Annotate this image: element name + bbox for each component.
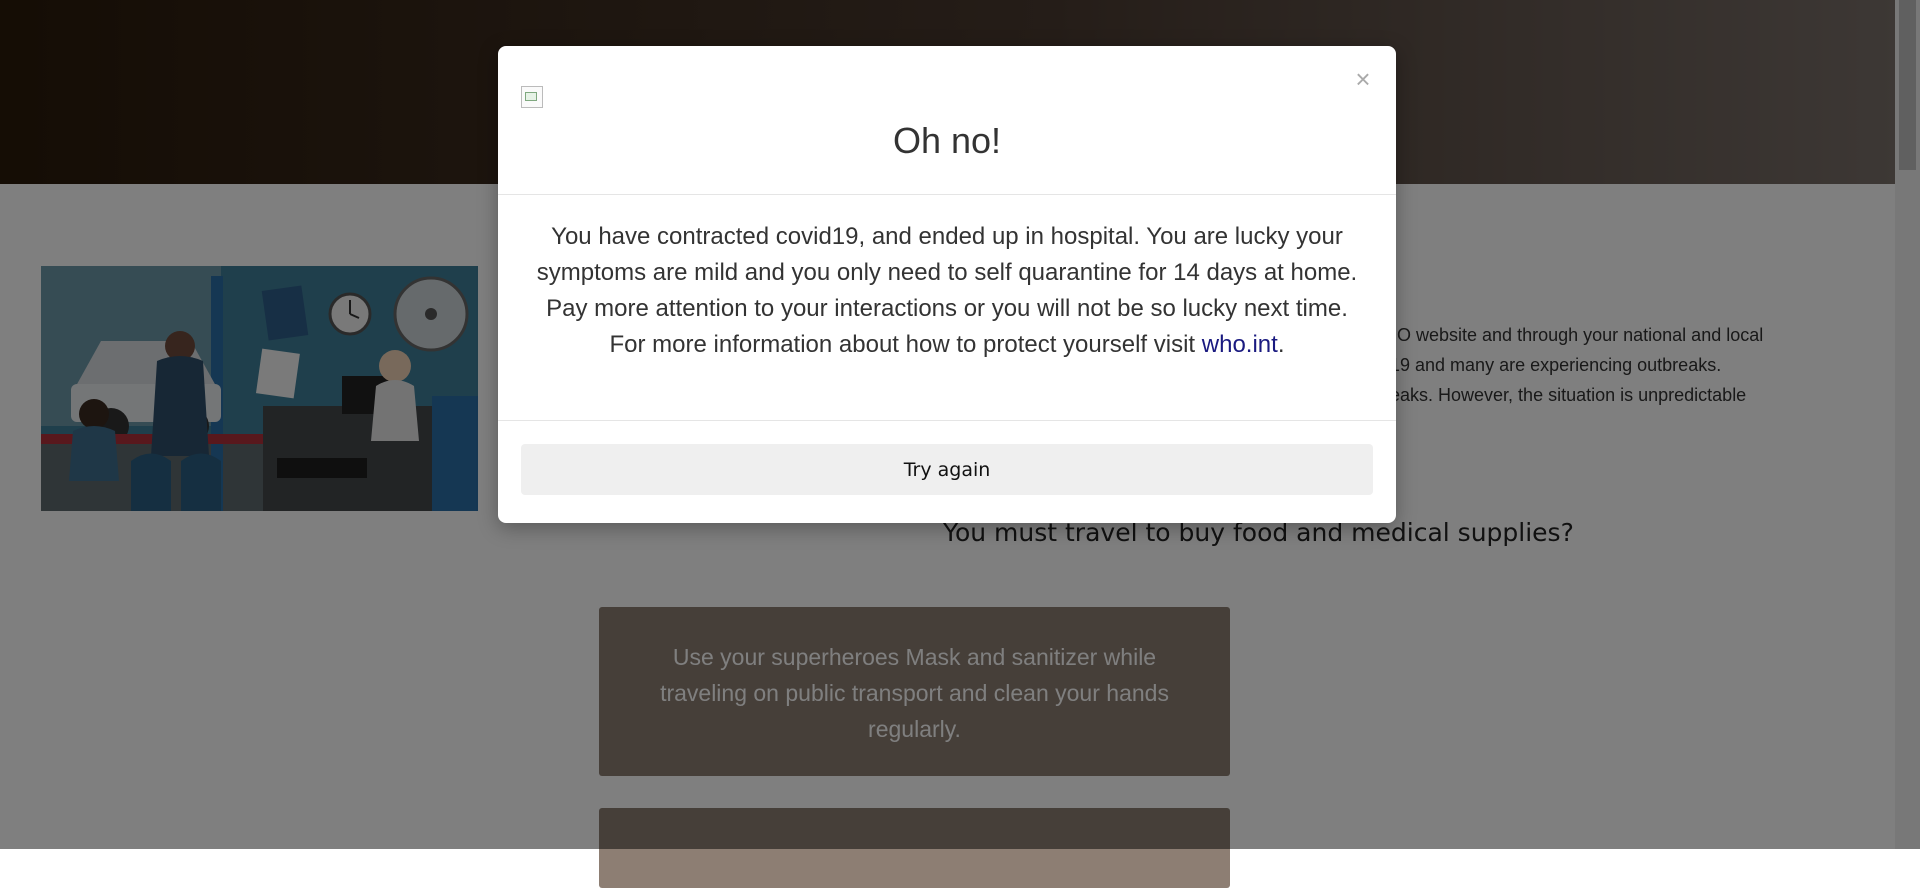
modal-header: × Oh no! (498, 46, 1396, 195)
more-info-line: For more information about how to protec… (528, 327, 1366, 363)
modal-title: Oh no! (892, 120, 1002, 161)
modal-message: You have contracted covid19, and ended u… (536, 223, 1358, 322)
result-modal: × Oh no! You have contracted covid19, an… (498, 46, 1396, 523)
more-info-suffix: . (1277, 331, 1285, 358)
close-icon[interactable]: × (1350, 64, 1376, 94)
who-link[interactable]: who.int (1202, 331, 1278, 358)
more-info-prefix: For more information about how to protec… (609, 331, 1202, 358)
broken-image-icon (521, 86, 543, 108)
modal-body: You have contracted covid19, and ended u… (498, 195, 1396, 421)
try-again-button[interactable]: Try again (521, 444, 1373, 495)
